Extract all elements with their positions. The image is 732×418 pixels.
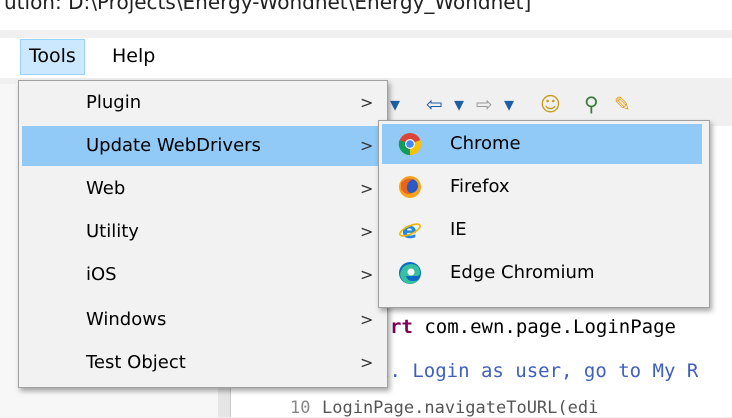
code-line-comment: 1. Login as user, go to My R bbox=[378, 360, 699, 382]
menu-item-utility[interactable]: Utility > bbox=[22, 212, 382, 252]
window-title: ution: D:\Projects\Energy-Wondnet\Energy… bbox=[4, 0, 532, 14]
menu-tools[interactable]: Tools bbox=[20, 39, 85, 75]
menu-item-label: Test Object bbox=[86, 352, 186, 373]
back-dropdown-icon[interactable]: ▾ bbox=[454, 92, 464, 116]
edge-icon bbox=[399, 262, 421, 284]
search-icon[interactable]: ⚲ bbox=[584, 92, 599, 116]
menu-item-label: Plugin bbox=[86, 92, 142, 113]
submenu-item-label: IE bbox=[450, 219, 467, 240]
window-title-bar: ution: D:\Projects\Energy-Wondnet\Energy… bbox=[0, 0, 732, 30]
menu-help[interactable]: Help bbox=[104, 39, 163, 73]
code-line-import: rt com.ewn.page.LoginPage bbox=[390, 316, 676, 338]
submenu-arrow-icon: > bbox=[360, 310, 374, 329]
submenu-arrow-icon: > bbox=[360, 353, 374, 372]
chrome-icon bbox=[398, 133, 422, 156]
menu-item-label: Utility bbox=[86, 221, 139, 242]
submenu-arrow-icon: > bbox=[360, 93, 374, 112]
menu-item-test-object[interactable]: Test Object > bbox=[22, 343, 382, 383]
menu-item-windows[interactable]: Windows > bbox=[22, 300, 382, 340]
menu-item-web[interactable]: Web > bbox=[22, 169, 382, 209]
submenu-item-label: Chrome bbox=[450, 133, 521, 154]
submenu-item-chrome[interactable]: Chrome bbox=[382, 124, 702, 164]
menu-item-label: Windows bbox=[86, 309, 167, 330]
submenu-item-label: Edge Chromium bbox=[450, 262, 595, 283]
submenu-item-edge-chromium[interactable]: Edge Chromium bbox=[382, 253, 702, 293]
submenu-arrow-icon: > bbox=[360, 179, 374, 198]
forward-icon[interactable]: ⇨ bbox=[476, 92, 493, 116]
firefox-icon bbox=[399, 176, 421, 198]
menu-bar: Tools Help bbox=[0, 38, 732, 78]
menu-item-plugin[interactable]: Plugin > bbox=[22, 83, 382, 123]
submenu-arrow-icon: > bbox=[360, 265, 374, 284]
submenu-arrow-icon: > bbox=[360, 222, 374, 241]
ie-icon: e bbox=[399, 219, 421, 242]
forward-dropdown-icon[interactable]: ▾ bbox=[504, 92, 514, 116]
tools-menu: Plugin > Update WebDrivers > Web > Utili… bbox=[18, 80, 388, 388]
menu-item-label: Web bbox=[86, 178, 126, 199]
code-import-text: com.ewn.page.LoginPage bbox=[412, 316, 676, 338]
webdrivers-submenu: Chrome Firefox e IE Edge Chromium bbox=[378, 120, 710, 308]
code-keyword: rt bbox=[390, 316, 413, 338]
profile-icon[interactable]: ☺ bbox=[540, 92, 561, 116]
submenu-arrow-icon: > bbox=[360, 136, 374, 155]
toolbar-dropdown-icon[interactable]: ▾ bbox=[390, 92, 400, 116]
code-line-call: LoginPage.navigateToURL(edi bbox=[322, 398, 599, 418]
submenu-item-ie[interactable]: e IE bbox=[382, 210, 702, 250]
toolbar: ▾ ⇦ ▾ ⇨ ▾ ☺ ⚲ ✎ bbox=[370, 84, 732, 124]
menu-item-update-webdrivers[interactable]: Update WebDrivers > bbox=[22, 126, 382, 166]
back-icon[interactable]: ⇦ bbox=[426, 92, 443, 116]
submenu-item-label: Firefox bbox=[450, 176, 510, 197]
menu-item-label: iOS bbox=[86, 264, 117, 285]
menu-item-ios[interactable]: iOS > bbox=[22, 255, 382, 295]
svg-text:e: e bbox=[402, 219, 417, 242]
submenu-item-firefox[interactable]: Firefox bbox=[382, 167, 702, 207]
highlight-icon[interactable]: ✎ bbox=[614, 92, 631, 116]
menu-item-label: Update WebDrivers bbox=[86, 135, 261, 156]
line-number: 10 bbox=[290, 398, 311, 418]
